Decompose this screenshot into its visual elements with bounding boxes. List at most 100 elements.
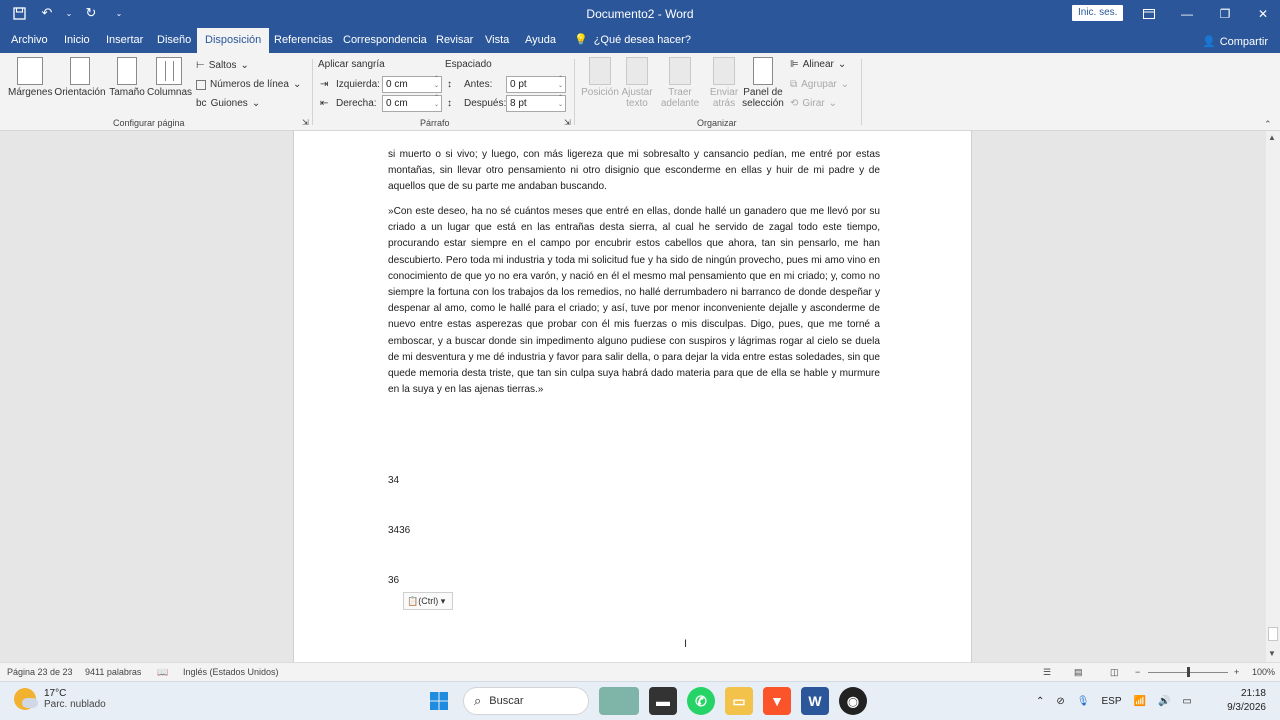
restore-icon[interactable]: ❐ xyxy=(1206,0,1244,28)
indent-right-icon: ⇤ xyxy=(320,98,329,109)
file-explorer-icon[interactable]: ▭ xyxy=(725,687,753,715)
paste-options-button[interactable]: 📋(Ctrl) ▾ xyxy=(403,592,453,610)
spacing-before-input[interactable]: 0 pt xyxy=(506,76,566,93)
wifi-icon[interactable]: 📶 xyxy=(1134,696,1146,707)
indent-left-input[interactable]: 0 cm xyxy=(382,76,442,93)
language-status[interactable]: Inglés (Estados Unidos) xyxy=(183,667,279,677)
page-size-icon xyxy=(117,57,137,85)
document-page[interactable]: si muerto o si vivo; y luego, con más li… xyxy=(293,131,972,662)
taskbar-search[interactable]: ⌕ Buscar xyxy=(463,687,589,715)
chat-app-icon[interactable]: ◉ xyxy=(839,687,867,715)
proofing-icon[interactable]: 📖 xyxy=(157,667,168,678)
send-backward-button[interactable]: Enviar atrás xyxy=(706,57,742,109)
indent-right-input[interactable]: 0 cm xyxy=(382,95,442,112)
tab-referencias[interactable]: Referencias xyxy=(272,28,335,53)
search-placeholder: Buscar xyxy=(489,695,524,707)
focus-mode-icon[interactable]: ☰ xyxy=(1043,667,1051,678)
group-button[interactable]: ⧉ Agrupar ⌄ xyxy=(790,79,849,90)
size-button[interactable]: Tamaño xyxy=(108,57,146,98)
margins-button[interactable]: Márgenes xyxy=(8,57,52,98)
vertical-scrollbar[interactable]: ▲ ▼ xyxy=(1266,131,1280,662)
close-icon[interactable]: ✕ xyxy=(1244,0,1280,28)
paragraph-launcher-icon[interactable]: ⇲ xyxy=(564,118,571,127)
indent-left-icon: ⇥ xyxy=(320,79,329,90)
share-button[interactable]: 👤 Compartir xyxy=(1202,35,1268,49)
hyphenation-button[interactable]: bc Guiones ⌄ xyxy=(196,98,260,109)
wrap-text-button[interactable]: Ajustar texto xyxy=(619,57,655,109)
text-line[interactable]: 34 xyxy=(388,475,399,486)
position-label: Posición xyxy=(581,87,619,98)
selection-pane-label-1: Panel de xyxy=(743,87,783,98)
battery-icon[interactable]: ▭ xyxy=(1182,696,1191,707)
rotate-button[interactable]: ⟲ Girar ⌄ xyxy=(790,98,837,109)
brave-browser-icon[interactable]: ▼ xyxy=(763,687,791,715)
scroll-down-icon[interactable]: ▼ xyxy=(1268,649,1276,658)
orientation-button[interactable]: Orientación xyxy=(54,57,106,98)
tab-correspondencia[interactable]: Correspondencia xyxy=(341,28,429,53)
spacing-after-input[interactable]: 8 pt xyxy=(506,95,566,112)
zoom-out-icon[interactable]: − xyxy=(1135,667,1140,677)
microphone-icon[interactable]: 🎙 xyxy=(1077,696,1090,707)
rotate-icon: ⟲ xyxy=(790,98,799,109)
text-line[interactable]: 36 xyxy=(388,575,399,586)
group-separator xyxy=(861,59,862,125)
page-setup-launcher-icon[interactable]: ⇲ xyxy=(302,118,309,127)
scroll-up-icon[interactable]: ▲ xyxy=(1268,133,1276,142)
wrap-text-label-1: Ajustar xyxy=(621,87,653,98)
tab-insertar[interactable]: Insertar xyxy=(104,28,145,53)
align-button[interactable]: ⊫ Alinear ⌄ xyxy=(790,59,846,70)
tell-me-search[interactable]: 💡 ¿Qué desea hacer? xyxy=(572,28,693,53)
weather-widget[interactable]: 17°C Parc. nublado xyxy=(14,688,106,710)
paragraph[interactable]: si muerto o si vivo; y luego, con más li… xyxy=(388,147,880,196)
whatsapp-icon[interactable]: ✆ xyxy=(687,687,715,715)
tab-revisar[interactable]: Revisar xyxy=(434,28,475,53)
network-off-icon[interactable]: ⊘ xyxy=(1056,696,1064,707)
orientation-icon xyxy=(70,57,90,85)
title-bar: ↶ ⌄ ↻ ⌄ Documento2 - Word Inic. ses. — ❐… xyxy=(0,0,1280,28)
windows-start-icon[interactable] xyxy=(425,687,453,715)
input-language[interactable]: ESP xyxy=(1101,696,1121,707)
system-clock[interactable]: 21:18 9/3/2026 xyxy=(1220,687,1266,715)
widget-landscape-icon[interactable] xyxy=(599,687,639,715)
paragraph[interactable]: »Con este deseo, ha no sé cuántos meses … xyxy=(388,204,880,398)
sign-in-button[interactable]: Inic. ses. xyxy=(1072,5,1124,21)
breaks-label: Saltos xyxy=(208,60,237,71)
tab-vista[interactable]: Vista xyxy=(483,28,511,53)
zoom-slider-thumb[interactable] xyxy=(1187,667,1190,677)
ribbon-display-options-icon[interactable] xyxy=(1130,0,1168,28)
line-numbers-button[interactable]: Números de línea ⌄ xyxy=(196,79,301,90)
bring-forward-button[interactable]: Traer adelante xyxy=(656,57,704,109)
print-layout-icon[interactable]: ▤ xyxy=(1074,667,1083,678)
tab-diseno[interactable]: Diseño xyxy=(155,28,193,53)
columns-icon xyxy=(156,57,182,85)
word-app-icon[interactable]: W xyxy=(801,687,829,715)
status-bar: Página 23 de 23 9411 palabras 📖 Inglés (… xyxy=(0,662,1280,681)
window-controls: — ❐ ✕ xyxy=(1130,0,1280,28)
volume-icon[interactable]: 🔊 xyxy=(1158,696,1170,707)
zoom-in-icon[interactable]: + xyxy=(1234,667,1239,677)
word-count[interactable]: 9411 palabras xyxy=(85,667,141,677)
text-line[interactable]: 3436 xyxy=(388,525,410,536)
zoom-level[interactable]: 100% xyxy=(1252,667,1275,677)
minimize-icon[interactable]: — xyxy=(1168,0,1206,28)
taskbar: 17°C Parc. nublado ⌕ Buscar ▬ ✆ ▭ ▼ W ◉ … xyxy=(0,681,1280,720)
breaks-button[interactable]: ⊢ Saltos ⌄ xyxy=(196,60,249,71)
position-button[interactable]: Posición xyxy=(580,57,620,98)
show-hidden-icons-icon[interactable]: ⌃ xyxy=(1036,696,1044,707)
page-count[interactable]: Página 23 de 23 xyxy=(7,667,73,677)
web-layout-icon[interactable]: ◫ xyxy=(1110,667,1119,678)
margins-icon xyxy=(17,57,43,85)
bring-forward-icon xyxy=(669,57,691,85)
scrollbar-thumb[interactable] xyxy=(1268,627,1278,641)
tab-disposicion[interactable]: Disposición xyxy=(197,28,270,53)
tab-ayuda[interactable]: Ayuda xyxy=(523,28,558,53)
tab-archivo[interactable]: Archivo xyxy=(9,28,50,53)
send-backward-icon xyxy=(713,57,735,85)
document-canvas: si muerto o si vivo; y luego, con más li… xyxy=(0,131,1266,662)
selection-pane-button[interactable]: Panel de selección xyxy=(742,57,784,109)
columns-button[interactable]: Columnas xyxy=(147,57,192,98)
collapse-ribbon-icon[interactable]: ⌃ xyxy=(1264,119,1272,130)
tab-inicio[interactable]: Inicio xyxy=(62,28,92,53)
tell-me-label: ¿Qué desea hacer? xyxy=(593,34,691,46)
terminal-icon[interactable]: ▬ xyxy=(649,687,677,715)
